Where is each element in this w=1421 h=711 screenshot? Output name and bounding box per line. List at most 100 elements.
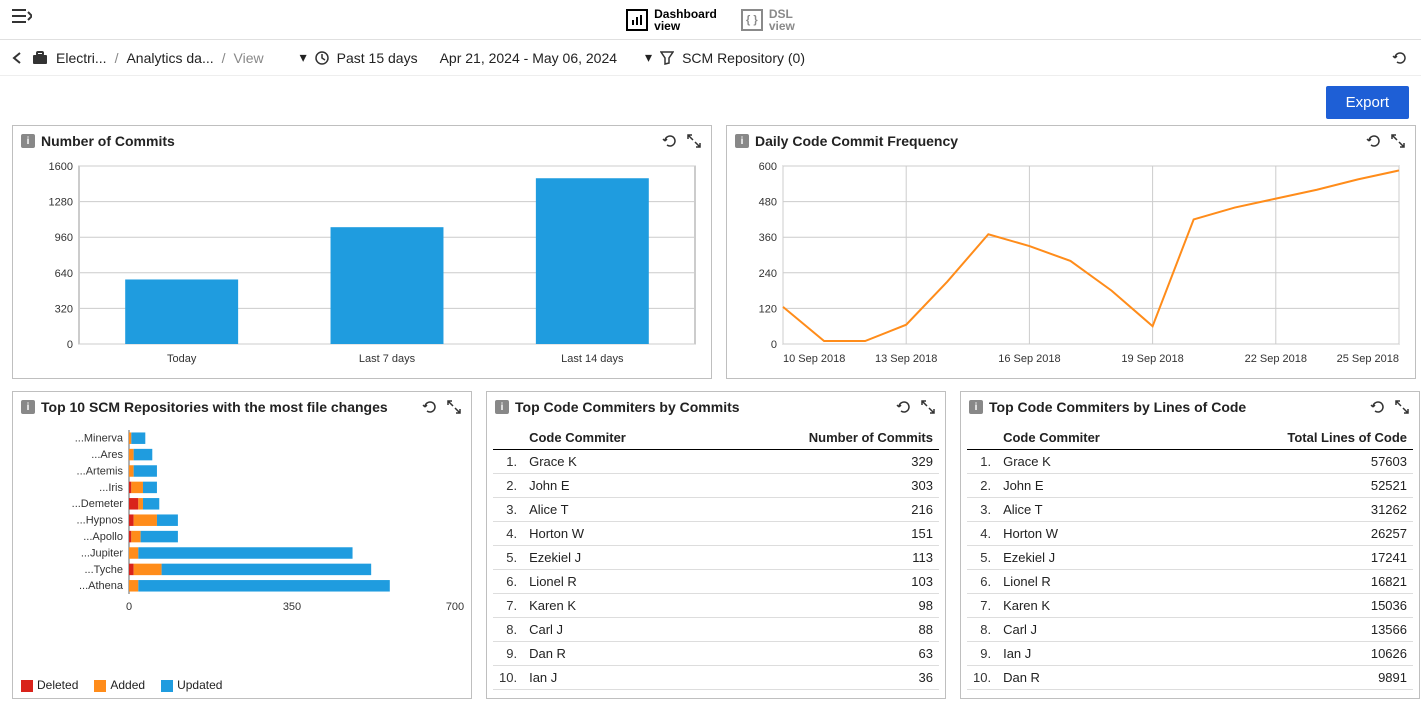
svg-text:1600: 1600	[49, 161, 73, 173]
commiter-name: Horton W	[523, 522, 708, 546]
svg-text:960: 960	[55, 232, 73, 244]
export-button[interactable]: Export	[1326, 86, 1409, 119]
refresh-icon[interactable]	[661, 132, 679, 150]
row-index: 9.	[967, 642, 997, 666]
commiter-name: Lionel R	[523, 570, 708, 594]
legend-swatch-added	[94, 680, 106, 692]
row-index: 2.	[967, 474, 997, 498]
info-icon[interactable]: i	[21, 400, 35, 414]
svg-text:240: 240	[759, 268, 777, 280]
refresh-icon[interactable]	[1391, 49, 1409, 67]
svg-text:360: 360	[759, 232, 777, 244]
clock-icon	[315, 51, 329, 65]
col-number: Total Lines of Code	[1185, 426, 1413, 450]
info-icon[interactable]: i	[969, 400, 983, 414]
table-row: 1.Grace K329	[493, 450, 939, 474]
panel-title: Top Code Commiters by Lines of Code	[989, 399, 1246, 415]
svg-text:...Iris: ...Iris	[99, 482, 123, 494]
svg-text:0: 0	[126, 601, 132, 613]
commiter-value: 15036	[1185, 594, 1413, 618]
chevron-down-icon[interactable]: ▾	[300, 49, 307, 66]
chevron-down-icon[interactable]: ▾	[645, 49, 652, 66]
panel-top-repos: i Top 10 SCM Repositories with the most …	[12, 391, 472, 699]
svg-text:Today: Today	[167, 353, 197, 365]
legend-swatch-deleted	[21, 680, 33, 692]
crumb-page[interactable]: View	[234, 50, 264, 66]
commiter-name: Ezekiel J	[523, 546, 708, 570]
commiter-name: Karen K	[997, 594, 1185, 618]
table-row: 2.John E303	[493, 474, 939, 498]
scm-filter[interactable]: SCM Repository (0)	[682, 50, 805, 66]
row-index: 5.	[967, 546, 997, 570]
info-icon[interactable]: i	[735, 134, 749, 148]
row-index: 4.	[493, 522, 523, 546]
svg-text:...Jupiter: ...Jupiter	[81, 547, 124, 559]
commiter-name: Ian J	[523, 666, 708, 690]
back-arrow-icon[interactable]	[12, 52, 24, 64]
commiter-name: John E	[523, 474, 708, 498]
dsl-view-button[interactable]: { } DSLview	[737, 6, 799, 34]
expand-icon[interactable]	[445, 398, 463, 416]
dashboard-label-bot: view	[654, 20, 717, 32]
top-grid: i Number of Commits 032064096012801600To…	[0, 125, 1421, 391]
breadcrumb-bar: Electri... / Analytics da... / View ▾ Pa…	[0, 40, 1421, 76]
svg-text:22 Sep 2018: 22 Sep 2018	[1245, 353, 1307, 365]
refresh-icon[interactable]	[895, 398, 913, 416]
time-range-label[interactable]: Past 15 days	[337, 50, 418, 66]
row-index: 5.	[493, 546, 523, 570]
legend-updated: Updated	[177, 678, 222, 692]
table-row: 2.John E52521	[967, 474, 1413, 498]
refresh-icon[interactable]	[1369, 398, 1387, 416]
table-row: 6.Lionel R16821	[967, 570, 1413, 594]
expand-icon[interactable]	[1393, 398, 1411, 416]
col-commiter: Code Commiter	[997, 426, 1185, 450]
crumb-folder[interactable]: Analytics da...	[126, 50, 213, 66]
row-index: 10.	[493, 666, 523, 690]
commiter-value: 151	[708, 522, 939, 546]
svg-text:600: 600	[759, 161, 777, 173]
svg-text:...Tyche: ...Tyche	[84, 564, 123, 576]
col-commiter: Code Commiter	[523, 426, 708, 450]
commiter-name: Dan R	[997, 666, 1185, 690]
commiter-value: 329	[708, 450, 939, 474]
expand-icon[interactable]	[919, 398, 937, 416]
date-range[interactable]: Apr 21, 2024 - May 06, 2024	[440, 50, 617, 66]
svg-text:480: 480	[759, 197, 777, 209]
svg-text:350: 350	[283, 601, 301, 613]
refresh-icon[interactable]	[421, 398, 439, 416]
expand-icon[interactable]	[1389, 132, 1407, 150]
svg-text:0: 0	[771, 339, 777, 351]
commiter-value: 16821	[1185, 570, 1413, 594]
row-index: 9.	[493, 642, 523, 666]
row-index: 8.	[493, 618, 523, 642]
dsl-label-bot: view	[769, 20, 795, 32]
dashboard-view-button[interactable]: Dashboardview	[622, 6, 721, 34]
commiter-name: Carl J	[523, 618, 708, 642]
table-row: 9.Dan R63	[493, 642, 939, 666]
info-icon[interactable]: i	[495, 400, 509, 414]
row-index: 1.	[493, 450, 523, 474]
expand-icon[interactable]	[685, 132, 703, 150]
top-repos-chart: 0350700...Minerva...Ares...Artemis...Iri…	[19, 426, 465, 616]
commiter-value: 113	[708, 546, 939, 570]
panel-title: Top 10 SCM Repositories with the most fi…	[41, 399, 388, 415]
info-icon[interactable]: i	[21, 134, 35, 148]
crumb-project[interactable]: Electri...	[56, 50, 107, 66]
panel-daily-commit-frequency: i Daily Code Commit Frequency 0120240360…	[726, 125, 1416, 379]
sidebar-toggle-icon[interactable]	[12, 8, 32, 24]
svg-text:Last 14 days: Last 14 days	[561, 353, 624, 365]
legend-added: Added	[110, 678, 145, 692]
table-row: 8.Carl J13566	[967, 618, 1413, 642]
panel-title: Daily Code Commit Frequency	[755, 133, 958, 149]
commiter-name: Ian J	[997, 642, 1185, 666]
legend-swatch-updated	[161, 680, 173, 692]
svg-text:700: 700	[446, 601, 464, 613]
refresh-icon[interactable]	[1365, 132, 1383, 150]
table-row: 10.Ian J36	[493, 666, 939, 690]
commiter-name: Carl J	[997, 618, 1185, 642]
top-bar: Dashboardview { } DSLview	[0, 0, 1421, 40]
bottom-grid: i Top 10 SCM Repositories with the most …	[0, 391, 1421, 711]
table-row: 4.Horton W26257	[967, 522, 1413, 546]
svg-text:13 Sep 2018: 13 Sep 2018	[875, 353, 937, 365]
row-index: 7.	[967, 594, 997, 618]
